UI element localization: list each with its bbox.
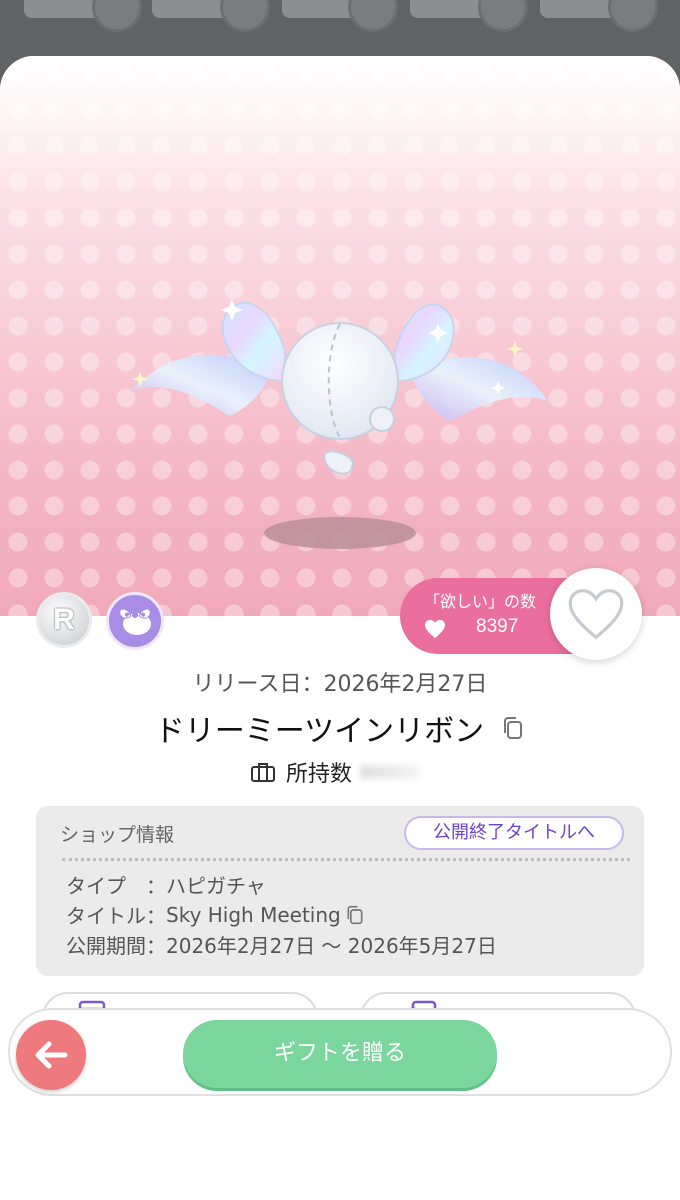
shop-row-key: タイトル： xyxy=(66,904,166,928)
item-title-row: ドリーミーツインリボン xyxy=(0,706,680,750)
want-label: 「欲しい」の数 xyxy=(424,592,537,611)
want-count: 8397 xyxy=(476,616,519,637)
back-button[interactable] xyxy=(16,1020,86,1090)
background-heart-icon xyxy=(348,0,398,32)
background-heart-icon xyxy=(478,0,528,32)
release-date: リリース日：2026年2月27日 xyxy=(192,672,488,697)
divider xyxy=(62,858,630,861)
arrow-left-icon xyxy=(35,1041,68,1069)
heart-icon xyxy=(425,619,445,639)
ribbon-icon xyxy=(119,608,151,635)
shop-row-title: タイトル： Sky High Meeting xyxy=(66,900,365,929)
preview-glow xyxy=(0,56,680,196)
background-heart-icon xyxy=(92,0,142,32)
rarity-badge: R xyxy=(36,592,92,648)
background-heart-icon xyxy=(608,0,658,32)
item-shadow xyxy=(264,517,416,549)
item-illustration xyxy=(130,299,548,475)
shop-row-value: ハピガチャ xyxy=(166,874,266,898)
want-button[interactable] xyxy=(550,568,642,660)
owned-label: 所持数 xyxy=(286,762,353,787)
ended-titles-button[interactable]: 公開終了タイトルへ xyxy=(404,816,624,850)
item-preview-area xyxy=(0,56,680,616)
owned-count-row: 所持数 xyxy=(250,756,421,788)
bag-icon xyxy=(251,763,275,782)
send-gift-button[interactable]: ギフトを贈る xyxy=(183,1020,497,1088)
owned-count-redacted xyxy=(360,765,421,779)
heart-outline-icon xyxy=(568,589,624,640)
shop-row-value: 2026年2月27日 ～ 2026年5月27日 xyxy=(166,934,497,958)
shop-info-panel: ショップ情報 公開終了タイトルへ タイプ ： ハピガチャ タイトル： Sky H… xyxy=(36,806,644,976)
shop-row-period: 公開期間： 2026年2月27日 ～ 2026年5月27日 xyxy=(66,930,497,959)
copy-icon[interactable] xyxy=(501,715,525,741)
shop-row-value: Sky High Meeting xyxy=(166,902,341,927)
copy-icon[interactable] xyxy=(345,904,365,926)
category-badge xyxy=(106,592,164,650)
shop-row-key: タイプ ： xyxy=(66,874,166,898)
shop-row-type: タイプ ： ハピガチャ xyxy=(66,870,266,899)
item-name: ドリーミーツインリボン xyxy=(154,714,485,749)
shop-info-heading: ショップ情報 xyxy=(60,824,175,846)
shop-row-key: 公開期間： xyxy=(66,934,166,958)
background-heart-icon xyxy=(220,0,270,32)
